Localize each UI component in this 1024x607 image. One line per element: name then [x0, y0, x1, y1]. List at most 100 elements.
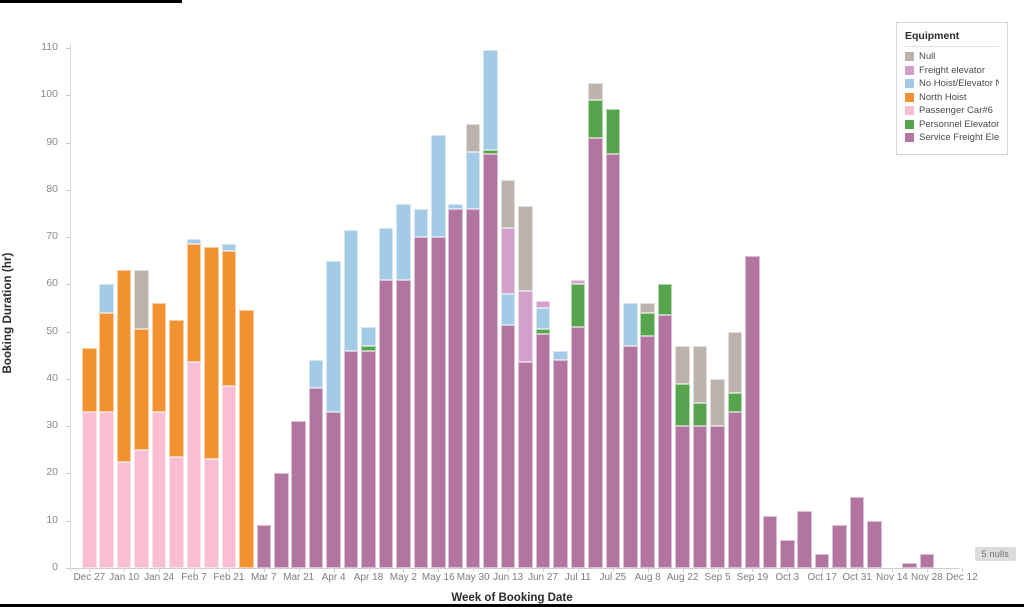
bar[interactable]	[361, 326, 376, 568]
bar-segment[interactable]	[553, 360, 568, 568]
bar-segment[interactable]	[82, 348, 97, 412]
bar-segment[interactable]	[343, 230, 359, 351]
bar-segment[interactable]	[116, 270, 132, 462]
bar[interactable]	[82, 348, 97, 568]
bar-segment[interactable]	[605, 109, 621, 155]
bar[interactable]	[867, 520, 882, 568]
bar-segment[interactable]	[448, 204, 464, 209]
legend-item[interactable]: Freight elevator	[905, 65, 999, 76]
bar-segment[interactable]	[727, 331, 743, 394]
bar-segment[interactable]	[483, 154, 498, 568]
legend-item[interactable]: No Hoist/Elevator N..	[905, 78, 999, 89]
bar-segment[interactable]	[622, 303, 638, 346]
bar-segment[interactable]	[291, 421, 306, 568]
bar-segment[interactable]	[640, 336, 655, 568]
bar[interactable]	[134, 270, 149, 568]
bar[interactable]	[570, 279, 586, 568]
bar[interactable]	[396, 204, 411, 568]
bar-segment[interactable]	[797, 511, 813, 568]
bar-segment[interactable]	[151, 412, 167, 568]
bar[interactable]	[273, 473, 289, 568]
bar[interactable]	[780, 539, 795, 568]
bar-segment[interactable]	[361, 345, 376, 351]
bar[interactable]	[832, 525, 847, 568]
bar-segment[interactable]	[500, 293, 516, 325]
bar-segment[interactable]	[308, 388, 324, 568]
bar-segment[interactable]	[780, 539, 795, 568]
bar[interactable]	[343, 230, 359, 568]
bar-segment[interactable]	[151, 303, 167, 412]
bar[interactable]	[151, 303, 167, 568]
bar-segment[interactable]	[570, 326, 586, 568]
legend-item[interactable]: Passenger Car#6	[905, 105, 999, 116]
bar-segment[interactable]	[413, 208, 429, 238]
bar-segment[interactable]	[448, 208, 464, 568]
bar-segment[interactable]	[186, 239, 202, 245]
bar-segment[interactable]	[221, 251, 237, 386]
bar[interactable]	[919, 553, 935, 568]
bar[interactable]	[762, 516, 778, 568]
bar-segment[interactable]	[99, 412, 115, 568]
bar[interactable]	[849, 497, 865, 568]
bar-segment[interactable]	[692, 345, 708, 403]
bar-segment[interactable]	[396, 204, 411, 280]
bar-segment[interactable]	[535, 329, 551, 334]
bar[interactable]	[308, 360, 324, 568]
bar-segment[interactable]	[378, 227, 394, 280]
bar-segment[interactable]	[169, 456, 184, 568]
bar-segment[interactable]	[762, 516, 778, 568]
bar[interactable]	[553, 350, 568, 568]
bar[interactable]	[710, 378, 725, 568]
bar-segment[interactable]	[413, 237, 429, 568]
bar[interactable]	[622, 303, 638, 568]
bar[interactable]	[605, 109, 621, 568]
bar[interactable]	[186, 239, 202, 568]
bar-segment[interactable]	[727, 412, 743, 568]
bar-segment[interactable]	[308, 360, 324, 389]
bar-segment[interactable]	[535, 334, 551, 568]
bar-segment[interactable]	[256, 525, 272, 568]
bar[interactable]	[902, 563, 917, 568]
bar-segment[interactable]	[518, 291, 533, 363]
bar-segment[interactable]	[239, 310, 254, 568]
bar[interactable]	[657, 284, 673, 568]
bar-segment[interactable]	[849, 497, 865, 568]
legend-item[interactable]: Personnel Elevator	[905, 119, 999, 130]
bar[interactable]	[797, 511, 813, 568]
bar[interactable]	[431, 135, 446, 568]
bar-segment[interactable]	[465, 152, 481, 209]
bar[interactable]	[588, 83, 603, 568]
bar-segment[interactable]	[186, 362, 202, 568]
bar-segment[interactable]	[657, 284, 673, 316]
bar-segment[interactable]	[832, 525, 847, 568]
bar-segment[interactable]	[570, 279, 586, 285]
bar-segment[interactable]	[535, 308, 551, 330]
bar-segment[interactable]	[535, 300, 551, 308]
bar-segment[interactable]	[396, 279, 411, 568]
bar[interactable]	[483, 50, 498, 568]
bar-segment[interactable]	[500, 180, 516, 228]
bar-segment[interactable]	[169, 319, 184, 457]
bar-segment[interactable]	[186, 244, 202, 363]
bar-segment[interactable]	[483, 50, 498, 150]
bar[interactable]	[99, 284, 115, 568]
bar-segment[interactable]	[588, 137, 603, 568]
bar-segment[interactable]	[465, 208, 481, 568]
bar-segment[interactable]	[675, 426, 690, 568]
bar-segment[interactable]	[518, 362, 533, 568]
bar-segment[interactable]	[710, 426, 725, 568]
bar-segment[interactable]	[116, 461, 132, 568]
bar[interactable]	[169, 319, 184, 568]
bar[interactable]	[675, 345, 690, 568]
bar-segment[interactable]	[692, 426, 708, 568]
bar-segment[interactable]	[588, 100, 603, 138]
bar-segment[interactable]	[326, 412, 341, 568]
bar-segment[interactable]	[553, 350, 568, 360]
bar[interactable]	[256, 525, 272, 568]
bar[interactable]	[291, 421, 306, 568]
bar[interactable]	[692, 345, 708, 568]
bar-segment[interactable]	[867, 520, 882, 568]
bar[interactable]	[204, 246, 219, 568]
bar-segment[interactable]	[622, 345, 638, 568]
bar-segment[interactable]	[221, 244, 237, 252]
